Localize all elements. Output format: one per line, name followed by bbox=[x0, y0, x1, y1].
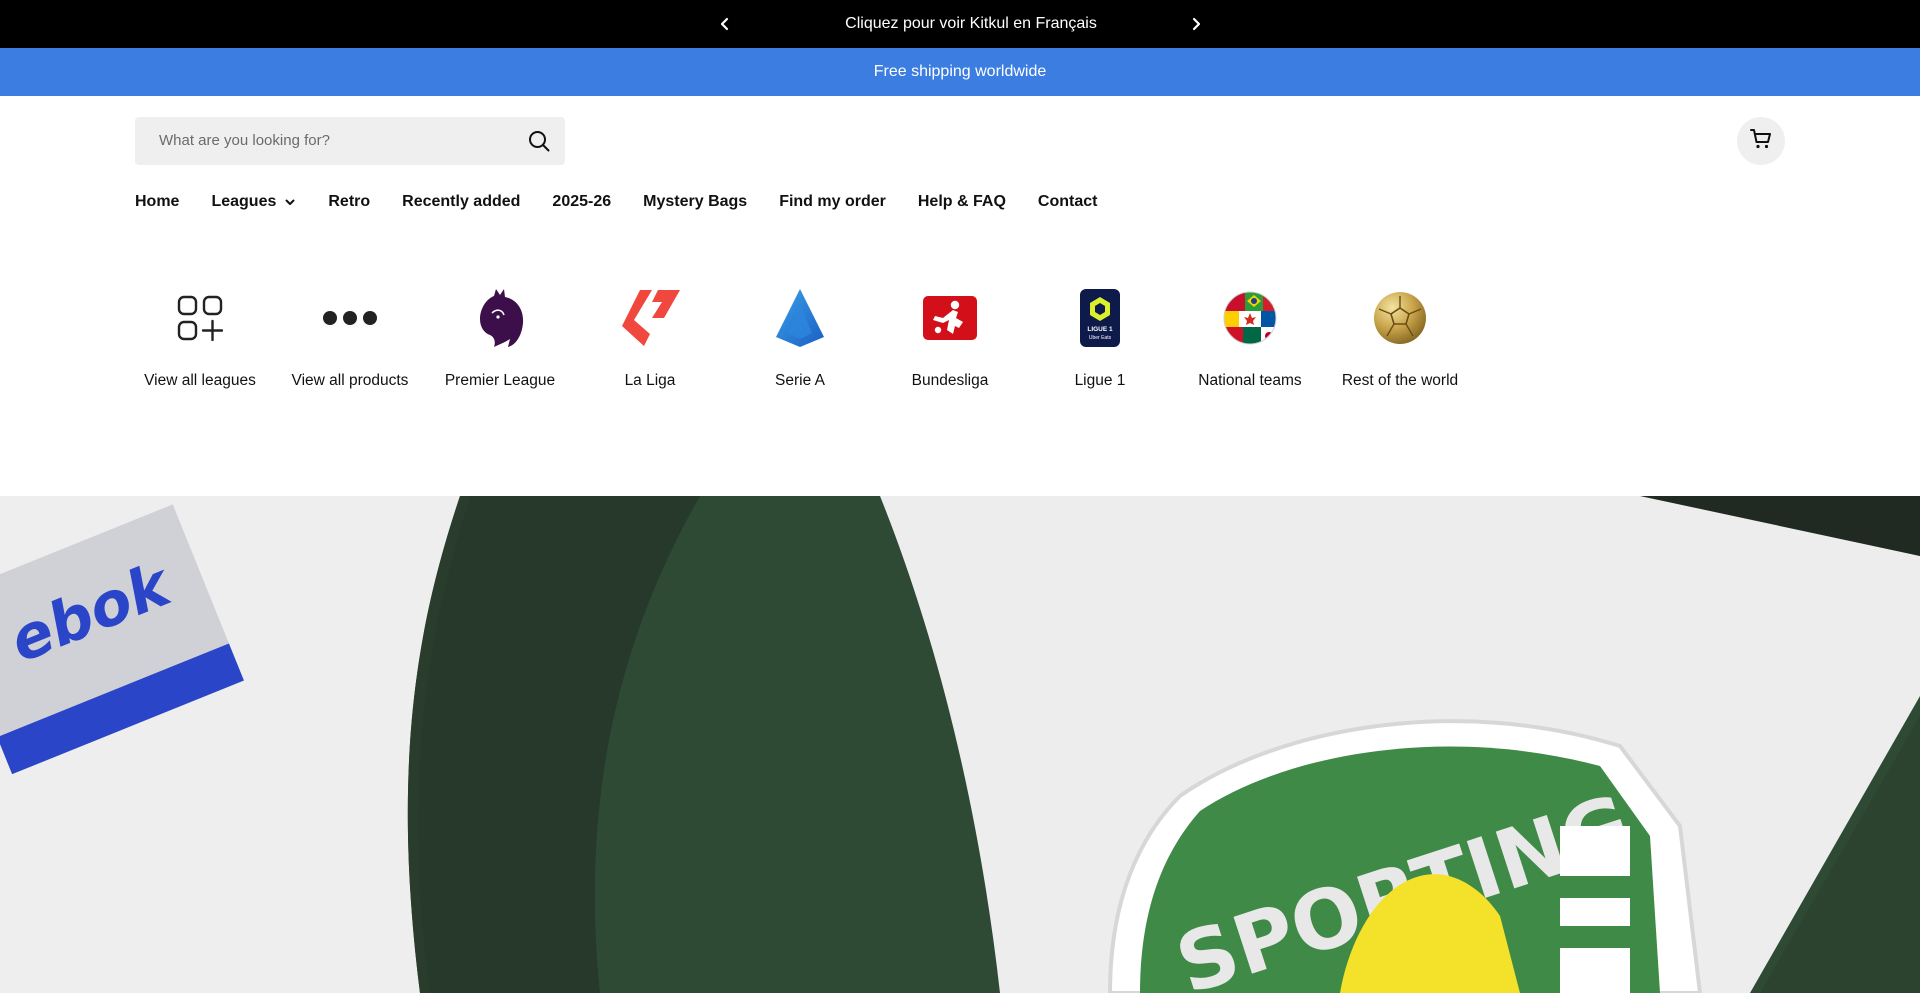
league-item-serie-a[interactable]: Serie A bbox=[725, 286, 875, 390]
hero-jersey-image: ebok SPORTING bbox=[0, 496, 1920, 993]
flags-ball-icon bbox=[1218, 286, 1282, 350]
nav-item-recently-added[interactable]: Recently added bbox=[402, 193, 520, 211]
bundesliga-logo-icon bbox=[918, 286, 982, 350]
chevron-right-icon[interactable] bbox=[1184, 12, 1208, 36]
nav-item-contact[interactable]: Contact bbox=[1038, 193, 1098, 211]
cart-icon bbox=[1749, 127, 1773, 156]
search-box[interactable]: What are you looking for? bbox=[135, 117, 565, 165]
main-nav: Home Leagues Retro Recently added 2025-2… bbox=[135, 190, 1129, 214]
league-label: Bundesliga bbox=[911, 372, 989, 389]
search-icon[interactable] bbox=[527, 129, 551, 153]
dots-icon bbox=[318, 286, 382, 350]
league-item-premier-league[interactable]: Premier League bbox=[425, 286, 575, 390]
league-label: View all products bbox=[291, 372, 409, 389]
nav-item-help-faq[interactable]: Help & FAQ bbox=[918, 193, 1006, 211]
league-label: La Liga bbox=[624, 372, 676, 389]
league-label: Ligue 1 bbox=[1074, 372, 1126, 389]
la-liga-logo-icon bbox=[618, 286, 682, 350]
league-label: Serie A bbox=[775, 372, 825, 389]
nav-item-leagues[interactable]: Leagues bbox=[211, 193, 296, 211]
nav-item-home[interactable]: Home bbox=[135, 193, 179, 211]
league-item-bundesliga[interactable]: Bundesliga bbox=[875, 286, 1025, 390]
league-label: Premier League bbox=[444, 372, 556, 389]
league-item-rest-of-the-world[interactable]: Rest of the world bbox=[1325, 286, 1475, 390]
search-input[interactable]: What are you looking for? bbox=[159, 117, 330, 165]
gold-ball-icon bbox=[1368, 286, 1432, 350]
league-label: National teams bbox=[1198, 372, 1302, 389]
league-item-ligue-1[interactable]: LIGUE 1 Uber Eats Ligue 1 bbox=[1025, 286, 1175, 390]
announcement-text[interactable]: Cliquez pour voir Kitkul en Français bbox=[0, 0, 1920, 48]
cart-button[interactable] bbox=[1737, 117, 1785, 165]
league-label: Rest of the world bbox=[1341, 372, 1459, 389]
league-item-view-all-leagues[interactable]: View all leagues bbox=[125, 286, 275, 390]
league-item-la-liga[interactable]: La Liga bbox=[575, 286, 725, 390]
chevron-down-icon bbox=[284, 196, 296, 208]
ligue-1-sponsor-text: Uber Eats bbox=[1089, 335, 1112, 341]
ligue-1-logo-icon: LIGUE 1 Uber Eats bbox=[1068, 286, 1132, 350]
shipping-text: Free shipping worldwide bbox=[873, 63, 1047, 80]
league-item-national-teams[interactable]: National teams bbox=[1175, 286, 1325, 390]
nav-item-retro[interactable]: Retro bbox=[328, 193, 370, 211]
nav-item-2025-26[interactable]: 2025-26 bbox=[552, 193, 611, 211]
shipping-bar: Free shipping worldwide bbox=[0, 48, 1920, 96]
nav-item-find-my-order[interactable]: Find my order bbox=[779, 193, 886, 211]
serie-a-logo-icon bbox=[768, 286, 832, 350]
league-list: View all leagues View all products Premi… bbox=[125, 286, 1475, 390]
premier-league-lion-icon bbox=[468, 286, 532, 350]
hero-banner[interactable]: ebok SPORTING bbox=[0, 496, 1920, 993]
announcement-bar: Cliquez pour voir Kitkul en Français bbox=[0, 0, 1920, 48]
league-item-view-all-products[interactable]: View all products bbox=[275, 286, 425, 390]
ligue-1-logo-text: LIGUE 1 bbox=[1087, 326, 1113, 333]
league-label: View all leagues bbox=[144, 372, 256, 389]
nav-item-mystery-bags[interactable]: Mystery Bags bbox=[643, 193, 747, 211]
grid-plus-icon bbox=[168, 286, 232, 350]
